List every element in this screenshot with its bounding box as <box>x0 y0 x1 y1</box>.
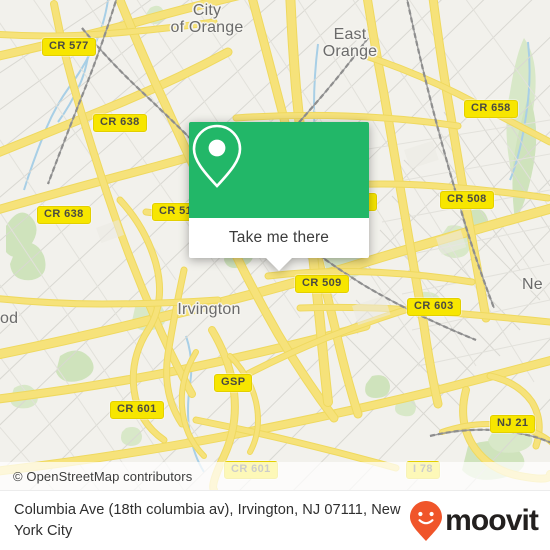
location-pin-icon <box>192 124 242 188</box>
route-shield-cr-638-north[interactable]: CR 638 <box>93 114 147 132</box>
screenshot-root: .rd { fill:none; stroke:#f6e27a; stroke-… <box>0 0 550 550</box>
route-shield-cr-577[interactable]: CR 577 <box>42 38 96 56</box>
take-me-there-label: Take me there <box>228 229 330 246</box>
moovit-wordmark: moovit <box>445 503 539 537</box>
route-shield-gsp[interactable]: GSP <box>214 374 253 392</box>
address-label: Columbia Ave (18th columbia av), Irvingt… <box>14 501 401 539</box>
popup-header <box>189 122 369 218</box>
map-canvas[interactable]: .rd { fill:none; stroke:#f6e27a; stroke-… <box>0 0 550 490</box>
route-shield-cr-508[interactable]: CR 508 <box>440 191 494 209</box>
footer-bar: Columbia Ave (18th columbia av), Irvingt… <box>0 490 550 550</box>
moovit-brand[interactable]: moovit <box>409 500 550 542</box>
route-shield-cr-638-west[interactable]: CR 638 <box>37 206 91 224</box>
route-shield-cr-658[interactable]: CR 658 <box>464 100 518 118</box>
popup-tail <box>265 257 293 271</box>
route-shield-nj-21[interactable]: NJ 21 <box>490 415 536 433</box>
route-shield-cr-601-west[interactable]: CR 601 <box>110 401 164 419</box>
map-attribution: © OpenStreetMap contributors <box>0 462 550 490</box>
moovit-smiley-pin-icon <box>410 500 443 541</box>
route-shield-cr-509[interactable]: CR 509 <box>295 275 349 293</box>
attribution-text[interactable]: © OpenStreetMap contributors <box>0 469 192 484</box>
map-popup[interactable]: Take me there <box>189 122 369 271</box>
take-me-there-button[interactable]: Take me there <box>189 218 369 258</box>
route-shield-cr-603[interactable]: CR 603 <box>407 298 461 316</box>
